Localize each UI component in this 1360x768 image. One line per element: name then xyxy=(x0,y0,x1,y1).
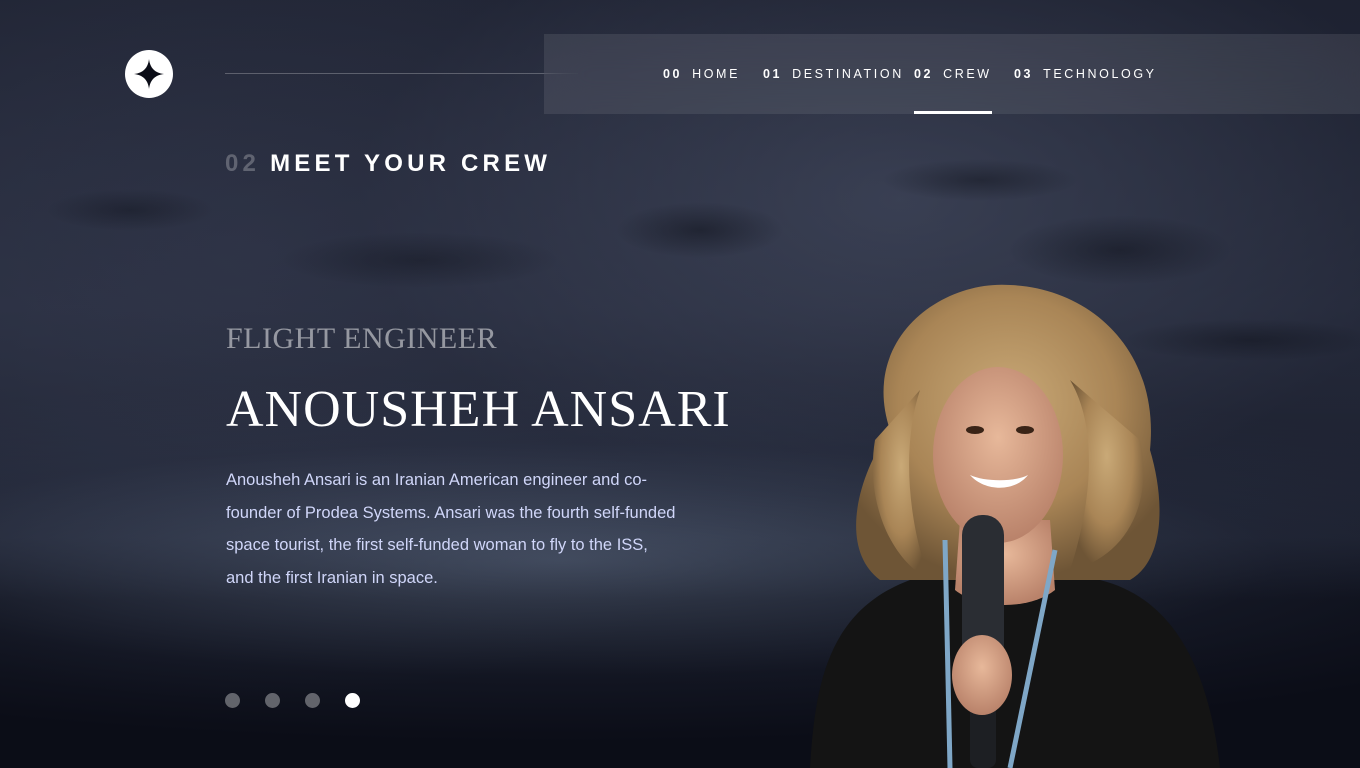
crew-portrait xyxy=(810,284,1220,768)
nav-label: HOME xyxy=(692,67,741,81)
page-heading: 02 MEET YOUR CREW xyxy=(225,150,551,178)
crew-role: FLIGHT ENGINEER xyxy=(226,322,498,355)
nav-label: CREW xyxy=(943,67,992,81)
nav-item-home[interactable]: 00 HOME xyxy=(663,34,740,114)
page-heading-text: MEET YOUR CREW xyxy=(270,150,552,177)
pagination-dot[interactable] xyxy=(265,693,280,708)
header-divider xyxy=(225,73,578,74)
star-logo-icon xyxy=(134,59,164,89)
nav-number: 02 xyxy=(914,67,934,81)
nav-item-destination[interactable]: 01 DESTINATION xyxy=(763,34,904,114)
star-logo[interactable] xyxy=(125,50,173,98)
nav-number: 03 xyxy=(1014,67,1034,81)
nav-label: DESTINATION xyxy=(792,67,904,81)
crew-pagination xyxy=(225,693,360,708)
crew-bio: Anousheh Ansari is an Iranian American e… xyxy=(226,471,676,587)
main-nav: 00 HOME 01 DESTINATION 02 CREW 03 TECHNO… xyxy=(544,34,1360,114)
nav-item-crew[interactable]: 02 CREW xyxy=(914,34,992,114)
nav-item-technology[interactable]: 03 TECHNOLOGY xyxy=(1014,34,1157,114)
nav-number: 01 xyxy=(763,67,783,81)
page-heading-number: 02 xyxy=(225,150,261,177)
pagination-dot-active[interactable] xyxy=(345,693,360,708)
nav-number: 00 xyxy=(663,67,683,81)
crew-name: ANOUSHEH ANSARI xyxy=(226,381,731,438)
pagination-dot[interactable] xyxy=(225,693,240,708)
nav-label: TECHNOLOGY xyxy=(1043,67,1157,81)
pagination-dot[interactable] xyxy=(305,693,320,708)
